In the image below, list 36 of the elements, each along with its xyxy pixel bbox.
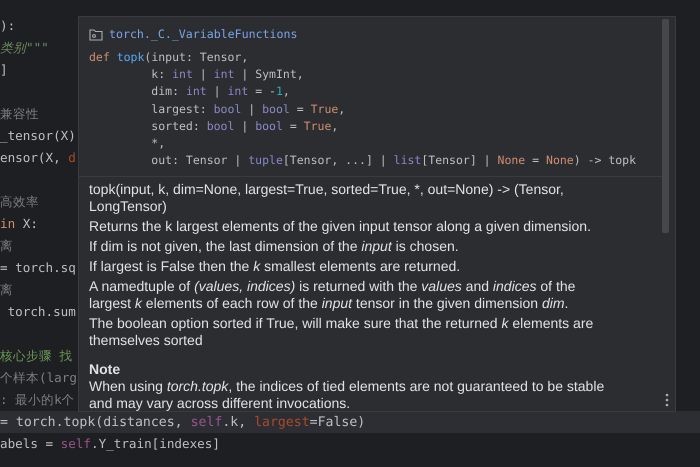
code-line: 个样本(larg [0,369,77,387]
code-line: abels = self.Y_train[indexes] [0,435,220,453]
code-line: 离 [0,237,13,255]
code-line: _tensor(X) [0,127,76,145]
doc-paragraph: If largest is False then the k smallest elements are returned. [89,258,462,276]
signature-line: def topk(input: Tensor, [89,49,248,66]
scrollbar-thumb[interactable] [662,19,669,233]
code-line: 核心步骤 找 [0,347,73,365]
signature-line: *, [150,134,166,152]
code-line: 兼容性 [0,105,39,123]
signature-line: sorted: bool | bool = True, [150,118,338,135]
code-line: 离 [0,281,13,299]
signature-line: largest: bool | bool = True, [150,100,346,118]
signature-line: out: Tensor | tuple[Tensor, ...] | list[Tensor] | None = None) -> topk [150,152,636,170]
note-text: When using torch.topk, the indices of tied elements are not guaranteed to be stable and may vary across different invocations. [89,378,606,411]
code-line: = torch.topk(distances, self.k, largest=False) [0,414,366,432]
module-name[interactable]: torch._C._VariableFunctions [109,27,298,41]
doc-paragraph: Returns the k largest elements of the given input tensor along a given dimension. [89,218,592,236]
signature-line: k: int | int | SymInt, [150,66,304,84]
code-line: ): [0,17,16,35]
signature-line: dim: int | int = -1, [150,83,290,100]
doc-paragraph: If dim is not given, the last dimension of the input is chosen. [89,238,460,256]
doc-paragraph: topk(input, k, dim=None, largest=True, sorted=True, *, out=None) -> (Tensor, LongTensor) [89,181,565,216]
note-heading: Note [89,361,120,378]
code-line: : 最小的k个 [0,391,75,409]
doc-paragraph: A namedtuple of (values, indices) is returned with the values and indices of the largest k elements of each row of the input tensor in the given dimension dim. [89,278,576,312]
folder-icon [89,28,103,40]
code-line: in X: [0,215,38,233]
code-line: = torch.sq [0,259,76,277]
code-line: 类别""" [0,39,49,57]
doc-paragraph: The boolean option sorted if True, will make sure that the returned k elements are themselves sorted [89,315,594,350]
code-line: ] [0,61,8,79]
more-options-icon[interactable] [665,393,669,407]
code-line: torch.sum [6,303,76,321]
code-line: 高效率 [0,193,39,211]
code-line: ensor(X, d [0,149,76,167]
